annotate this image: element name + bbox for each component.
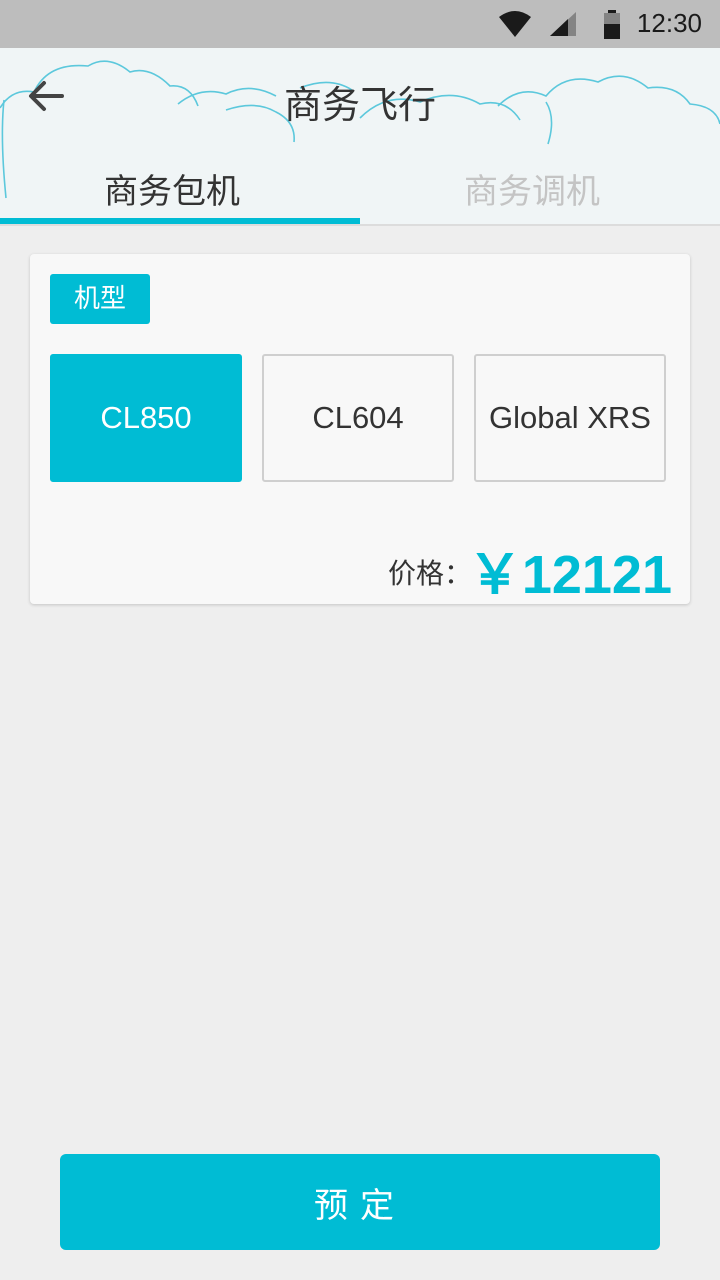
aircraft-card: 机型 CL850 CL604 Global XRS 价格： ￥12121 — [30, 254, 690, 605]
battery-icon — [604, 10, 620, 39]
page-title: 商务飞行 — [283, 83, 436, 127]
signal-icon — [550, 12, 576, 36]
model-option-cl604[interactable]: CL604 — [262, 354, 454, 482]
price-value: ￥12121 — [467, 545, 672, 605]
divider — [0, 224, 720, 226]
model-option-cl850[interactable]: CL850 — [50, 354, 242, 482]
app-header: 商务飞行 商务包机 商务调机 — [0, 48, 720, 224]
model-option-global-xrs[interactable]: Global XRS — [474, 354, 666, 482]
tab-charter[interactable]: 商务包机 — [0, 154, 360, 224]
tab-label: 商务调机 — [464, 172, 600, 212]
wifi-icon — [499, 11, 531, 37]
tab-label: 商务包机 — [104, 172, 240, 212]
status-time: 12:30 — [636, 8, 702, 38]
tab-bar: 商务包机 商务调机 — [0, 154, 720, 224]
book-button[interactable]: 预定 — [60, 1154, 660, 1250]
status-bar: 12:30 — [0, 0, 720, 48]
tab-repositioning[interactable]: 商务调机 — [360, 154, 720, 224]
price-label: 价格： — [388, 557, 473, 590]
section-label: 机型 — [50, 274, 150, 324]
